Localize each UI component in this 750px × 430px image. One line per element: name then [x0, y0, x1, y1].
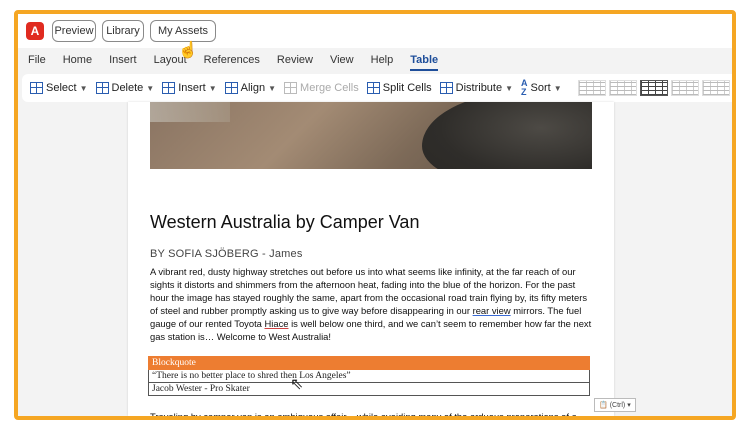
document-canvas[interactable]: Western Australia by Camper Van BY SOFIA… [18, 102, 732, 416]
paste-options-label: (Ctrl) ▾ [609, 402, 631, 409]
photo-rock [422, 102, 592, 169]
chevron-down-icon: ▼ [553, 83, 562, 93]
header-photo [150, 102, 592, 169]
blockquote-table[interactable]: Blockquote “There is no better place to … [148, 356, 590, 396]
tab-table[interactable]: Table [410, 54, 438, 71]
sort-glyph-bottom: Z [521, 87, 527, 97]
app-logo[interactable]: A [26, 22, 44, 40]
sort-az-icon: A Z [521, 79, 528, 97]
top-bar: A Preview Library My Assets [18, 14, 732, 48]
byline[interactable]: BY SOFIA SJÖBERG - James [150, 248, 303, 260]
preview-button[interactable]: Preview [52, 20, 96, 42]
tab-view[interactable]: View [330, 54, 354, 66]
split-label: Split Cells [382, 82, 432, 94]
table-style-option[interactable] [670, 80, 699, 96]
delete-label: Delete [111, 82, 144, 94]
document-page[interactable]: Western Australia by Camper Van BY SOFIA… [128, 102, 614, 416]
blockquote-header-row: Blockquote [148, 356, 590, 370]
library-button[interactable]: Library [102, 20, 144, 42]
rear-view-word[interactable]: rear view [473, 305, 511, 316]
document-title[interactable]: Western Australia by Camper Van [150, 212, 419, 233]
paste-options-button[interactable]: 📋 (Ctrl) ▾ [594, 398, 636, 412]
tab-references[interactable]: References [204, 54, 260, 66]
photo-sky [150, 102, 230, 122]
chevron-down-icon: ▼ [208, 83, 217, 93]
insert-button[interactable]: Insert ▼ [162, 82, 217, 94]
table-style-option[interactable] [608, 80, 637, 96]
blockquote-author-cell[interactable]: Jacob Wester - Pro Skater [148, 382, 590, 396]
blockquote-header-cell[interactable]: Blockquote [148, 356, 590, 370]
blockquote-quote-row: “There is no better place to shred then … [148, 369, 590, 383]
tab-insert[interactable]: Insert [109, 54, 137, 66]
split-cells-icon [366, 82, 380, 94]
align-button[interactable]: Align ▼ [224, 82, 277, 94]
my-assets-button[interactable]: My Assets [150, 20, 216, 42]
table-style-option-selected[interactable] [639, 80, 668, 96]
ribbon-tabs: File Home Insert Layout References Revie… [18, 48, 732, 72]
tab-review[interactable]: Review [277, 54, 313, 66]
table-style-option[interactable] [577, 80, 606, 96]
align-icon [224, 82, 238, 94]
insert-label: Insert [178, 82, 206, 94]
select-button[interactable]: Select ▼ [30, 82, 88, 94]
blockquote-author-row: Jacob Wester - Pro Skater [148, 382, 590, 396]
distribute-label: Distribute [455, 82, 503, 94]
select-table-icon [30, 82, 43, 94]
distribute-button[interactable]: Distribute ▼ [439, 82, 514, 94]
chevron-down-icon: ▼ [268, 83, 277, 93]
merge-cells-icon [284, 82, 298, 94]
sort-label: Sort [530, 82, 551, 94]
paragraph-1[interactable]: A vibrant red, dusty highway stretches o… [150, 265, 594, 343]
delete-table-icon [95, 82, 109, 94]
chevron-down-icon: ▼ [505, 83, 514, 93]
blockquote-quote-cell[interactable]: “There is no better place to shred then … [148, 369, 590, 383]
paragraph-2[interactable]: Traveling by camper van is an ambiguous … [150, 410, 594, 416]
table-style-option[interactable] [733, 80, 736, 96]
distribute-icon [439, 82, 453, 94]
table-styles-gallery [577, 80, 736, 96]
app-window: A Preview Library My Assets File Home In… [14, 10, 736, 420]
tab-help[interactable]: Help [371, 54, 394, 66]
split-cells-button[interactable]: Split Cells [366, 82, 432, 94]
merge-label: Merge Cells [300, 82, 359, 94]
select-label: Select [46, 82, 77, 94]
hiace-word[interactable]: Hiace [265, 318, 289, 329]
chevron-down-icon: ▼ [146, 83, 155, 93]
delete-button[interactable]: Delete ▼ [95, 82, 155, 94]
table-style-option[interactable] [701, 80, 730, 96]
insert-table-icon [162, 82, 176, 94]
chevron-down-icon: ▼ [79, 83, 88, 93]
clipboard-icon: 📋 [599, 402, 608, 409]
sort-button[interactable]: A Z Sort ▼ [521, 79, 562, 97]
hand-pointer-icon: ☝ [178, 42, 198, 59]
tab-home[interactable]: Home [63, 54, 92, 66]
align-label: Align [240, 82, 266, 94]
merge-cells-button[interactable]: Merge Cells [284, 82, 359, 94]
arrow-pointer-icon: ⇖ [290, 376, 304, 393]
tab-file[interactable]: File [28, 54, 46, 66]
table-toolbar: Select ▼ Delete ▼ Insert ▼ Align ▼ Merge… [22, 74, 732, 102]
